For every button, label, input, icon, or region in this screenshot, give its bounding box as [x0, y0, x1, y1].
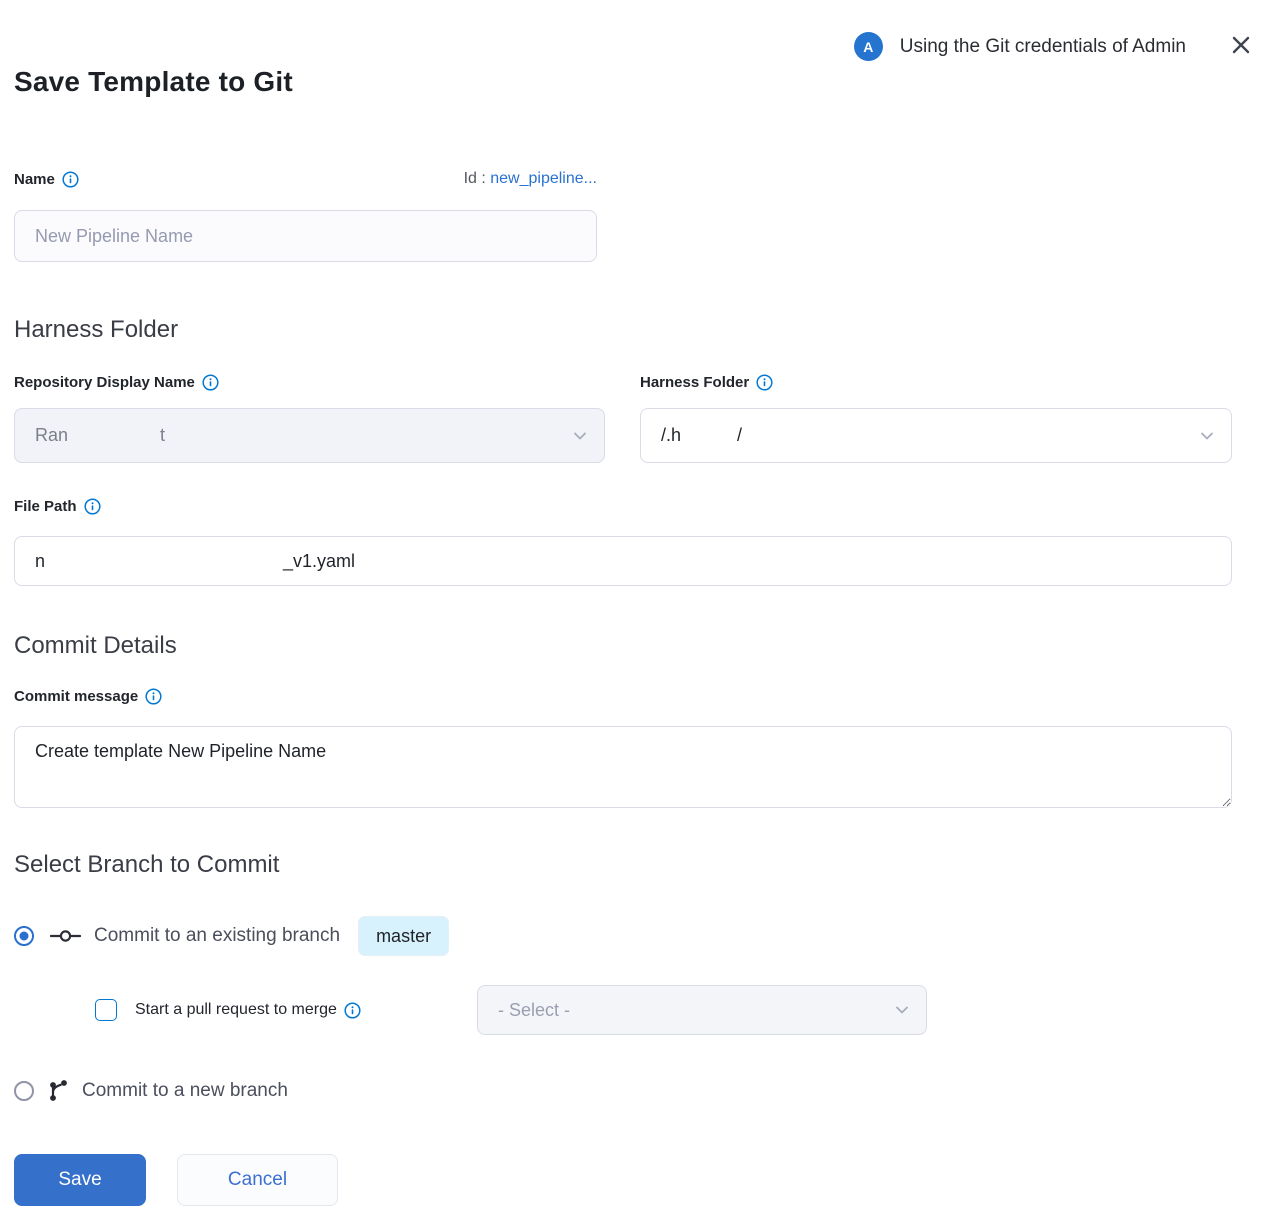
commit-message-label-wrap: Commit message [14, 688, 162, 705]
name-row: Name Id : new_pipeline... [14, 170, 597, 188]
new-branch-row: Commit to a new branch [14, 1078, 288, 1103]
new-branch-radio[interactable] [14, 1081, 34, 1101]
info-icon[interactable] [62, 171, 79, 188]
name-label: Name [14, 171, 55, 188]
harness-folder-heading: Harness Folder [14, 316, 178, 344]
id-prefix: Id : [464, 170, 491, 187]
filepath-value-start: n [35, 551, 45, 572]
target-branch-select[interactable]: - Select - [477, 985, 927, 1035]
filepath-label: File Path [14, 498, 77, 515]
credentials-text: Using the Git credentials of Admin [900, 36, 1186, 58]
name-label-wrap: Name [14, 171, 79, 188]
existing-branch-row: Commit to an existing branch master [14, 916, 449, 956]
harness-folder-select[interactable]: /.h / [640, 408, 1232, 463]
repository-select[interactable]: Ran t [14, 408, 605, 463]
close-button[interactable] [1228, 34, 1254, 60]
repository-label: Repository Display Name [14, 374, 195, 391]
save-button[interactable]: Save [14, 1154, 146, 1206]
cancel-button[interactable]: Cancel [177, 1154, 338, 1206]
existing-branch-radio[interactable] [14, 926, 34, 946]
folder-label: Harness Folder [640, 374, 749, 391]
git-branch-icon [47, 1078, 70, 1103]
info-icon[interactable] [756, 374, 773, 391]
id-link[interactable]: new_pipeline... [490, 170, 597, 187]
git-commit-icon [50, 927, 81, 945]
save-template-dialog: A Using the Git credentials of Admin Sav… [0, 0, 1280, 1226]
repository-value-start: Ran [35, 425, 68, 446]
repository-label-wrap: Repository Display Name [14, 374, 219, 391]
info-icon[interactable] [145, 688, 162, 705]
page-title: Save Template to Git [14, 66, 293, 98]
close-icon [1230, 34, 1252, 59]
branch-heading: Select Branch to Commit [14, 851, 279, 879]
filepath-value-end: _v1.yaml [283, 551, 355, 572]
chevron-down-icon [1197, 426, 1217, 446]
chevron-down-icon [892, 1000, 912, 1020]
pull-request-label-wrap: Start a pull request to merge [135, 1001, 361, 1019]
new-branch-label: Commit to a new branch [82, 1080, 288, 1102]
info-icon[interactable] [202, 374, 219, 391]
action-buttons: Save Cancel [14, 1154, 338, 1206]
name-input[interactable] [14, 210, 597, 262]
chevron-down-icon [570, 426, 590, 446]
commit-message-label: Commit message [14, 688, 138, 705]
commit-message-textarea[interactable]: Create template New Pipeline Name [14, 726, 1232, 808]
folder-value-start: /.h [661, 425, 681, 446]
filepath-label-wrap: File Path [14, 498, 101, 515]
git-credentials-banner: A Using the Git credentials of Admin [854, 32, 1254, 61]
avatar: A [854, 32, 883, 61]
info-icon[interactable] [84, 498, 101, 515]
pull-request-label: Start a pull request to merge [135, 1001, 337, 1019]
branch-badge: master [358, 916, 449, 956]
commit-details-heading: Commit Details [14, 632, 177, 660]
repository-value-end: t [160, 425, 165, 446]
folder-value-end: / [737, 425, 742, 446]
folder-label-wrap: Harness Folder [640, 374, 773, 391]
pull-request-checkbox[interactable] [95, 999, 117, 1021]
template-id: Id : new_pipeline... [464, 170, 597, 188]
filepath-input[interactable]: n _v1.yaml [14, 536, 1232, 586]
info-icon[interactable] [344, 1002, 361, 1019]
existing-branch-label: Commit to an existing branch [94, 925, 340, 947]
pull-request-row: Start a pull request to merge [95, 985, 361, 1035]
target-branch-placeholder: - Select - [498, 1000, 570, 1021]
